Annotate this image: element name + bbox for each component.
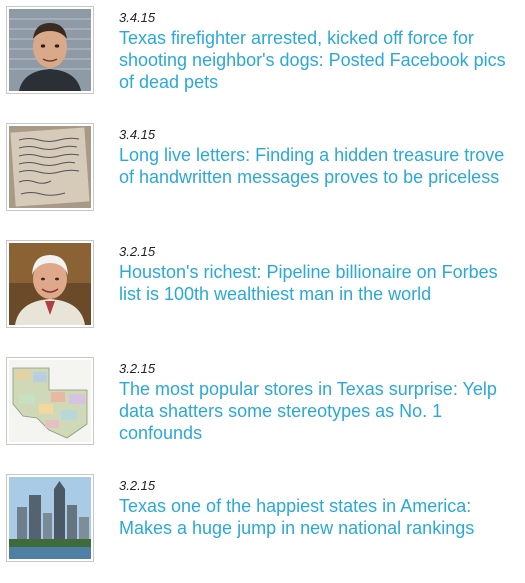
billionaire-portrait-photo-icon: [9, 243, 91, 325]
mugshot-photo-icon: [9, 9, 91, 91]
article-item: 3.2.15 The most popular stores in Texas …: [0, 351, 525, 466]
article-thumbnail-billionaire[interactable]: [6, 240, 94, 328]
austin-skyline-photo-icon: [9, 477, 91, 559]
article-headline-link[interactable]: Houston's richest: Pipeline billionaire …: [119, 261, 519, 305]
article-date: 3.4.15: [119, 10, 156, 25]
article-thumbnail-mugshot[interactable]: [6, 6, 94, 94]
article-item: 3.4.15 Long live letters: Finding a hidd…: [0, 117, 525, 232]
article-date: 3.2.15: [119, 478, 156, 493]
article-thumbnail-letter[interactable]: [6, 123, 94, 211]
article-item: 3.4.15 Texas firefighter arrested, kicke…: [0, 0, 525, 115]
article-date: 3.4.15: [119, 127, 156, 142]
article-headline-link[interactable]: The most popular stores in Texas surpris…: [119, 378, 519, 444]
article-date: 3.2.15: [119, 361, 156, 376]
handwritten-letter-photo-icon: [9, 126, 91, 208]
article-headline-link[interactable]: Texas firefighter arrested, kicked off f…: [119, 27, 519, 93]
article-item: 3.2.15 Houston's richest: Pipeline billi…: [0, 234, 525, 349]
texas-map-photo-icon: [9, 360, 91, 442]
article-headline-link[interactable]: Texas one of the happiest states in Amer…: [119, 495, 519, 539]
article-thumbnail-texas-map[interactable]: [6, 357, 94, 445]
article-thumbnail-austin[interactable]: [6, 474, 94, 562]
article-item: 3.2.15 Texas one of the happiest states …: [0, 468, 525, 583]
article-headline-link[interactable]: Long live letters: Finding a hidden trea…: [119, 144, 519, 188]
article-feed: 3.4.15 Texas firefighter arrested, kicke…: [0, 0, 525, 580]
article-date: 3.2.15: [119, 244, 156, 259]
